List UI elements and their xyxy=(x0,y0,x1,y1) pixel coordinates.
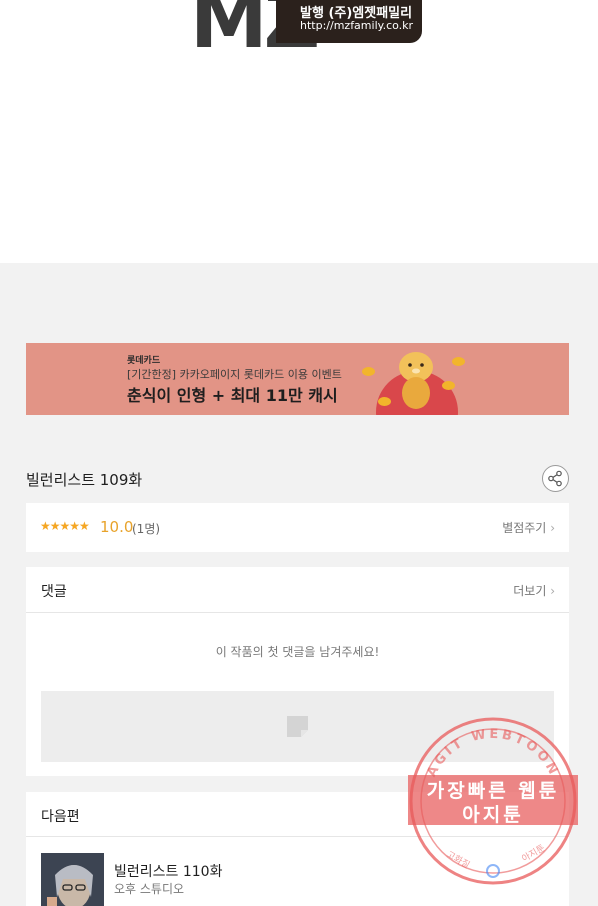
coin-icon xyxy=(442,381,455,390)
next-episode-title[interactable]: 빌런리스트 110화 xyxy=(114,861,222,881)
next-episode-thumbnail[interactable] xyxy=(41,853,104,906)
rate-button-label: 별점주기 xyxy=(502,521,547,535)
rating-card: ★★★★★ 10.0 (1명) 별점주기 › xyxy=(26,503,569,552)
chevron-right-icon: › xyxy=(550,521,555,535)
share-button[interactable] xyxy=(542,465,569,492)
comments-empty-message: 이 작품의 첫 댓글을 남겨주세요! xyxy=(215,645,380,659)
watermark-line1: 가장빠른 웹툰 xyxy=(426,780,560,802)
promo-banner[interactable]: 롯데카드 [기간한정] 카카오페이지 롯데카드 이용 이벤트 춘식이 인형 + … xyxy=(26,343,569,415)
publisher-area: MZ 발행 (주)엠젯패밀리 http://mzfamily.co.kr xyxy=(0,0,598,263)
episode-title: 빌런리스트 109화 xyxy=(26,471,143,489)
character-illustration xyxy=(399,352,433,409)
chevron-right-icon: › xyxy=(550,584,555,598)
coin-icon xyxy=(452,357,465,366)
rating-score: 10.0 xyxy=(100,518,134,536)
coin-icon xyxy=(362,367,375,376)
rating-count: (1명) xyxy=(132,522,161,536)
image-placeholder-icon xyxy=(287,716,308,737)
next-episode-studio: 오후 스튜디오 xyxy=(114,882,185,896)
watermark-bottom-left: 고화질 xyxy=(445,848,473,871)
comments-more-button[interactable]: 더보기 › xyxy=(513,582,555,599)
publisher-url[interactable]: http://mzfamily.co.kr xyxy=(300,19,413,32)
rating-stars: ★★★★★ xyxy=(40,519,90,533)
banner-subtitle: [기간한정] 카카오페이지 롯데카드 이용 이벤트 xyxy=(127,368,342,381)
banner-title: 춘식이 인형 + 최대 11만 캐시 xyxy=(127,386,338,405)
next-episode-header-title: 다음편 xyxy=(41,809,80,825)
rate-button[interactable]: 별점주기 › xyxy=(502,519,555,536)
banner-brand: 롯데카드 xyxy=(127,356,161,366)
share-icon xyxy=(548,470,562,487)
thumbnail-illustration xyxy=(41,853,104,906)
coin-icon xyxy=(378,397,391,406)
watermark-line2: 아지툰 xyxy=(462,804,524,826)
comments-title: 댓글 xyxy=(41,584,67,600)
more-label: 더보기 xyxy=(513,584,547,598)
comments-header: 댓글 더보기 › xyxy=(26,567,569,613)
